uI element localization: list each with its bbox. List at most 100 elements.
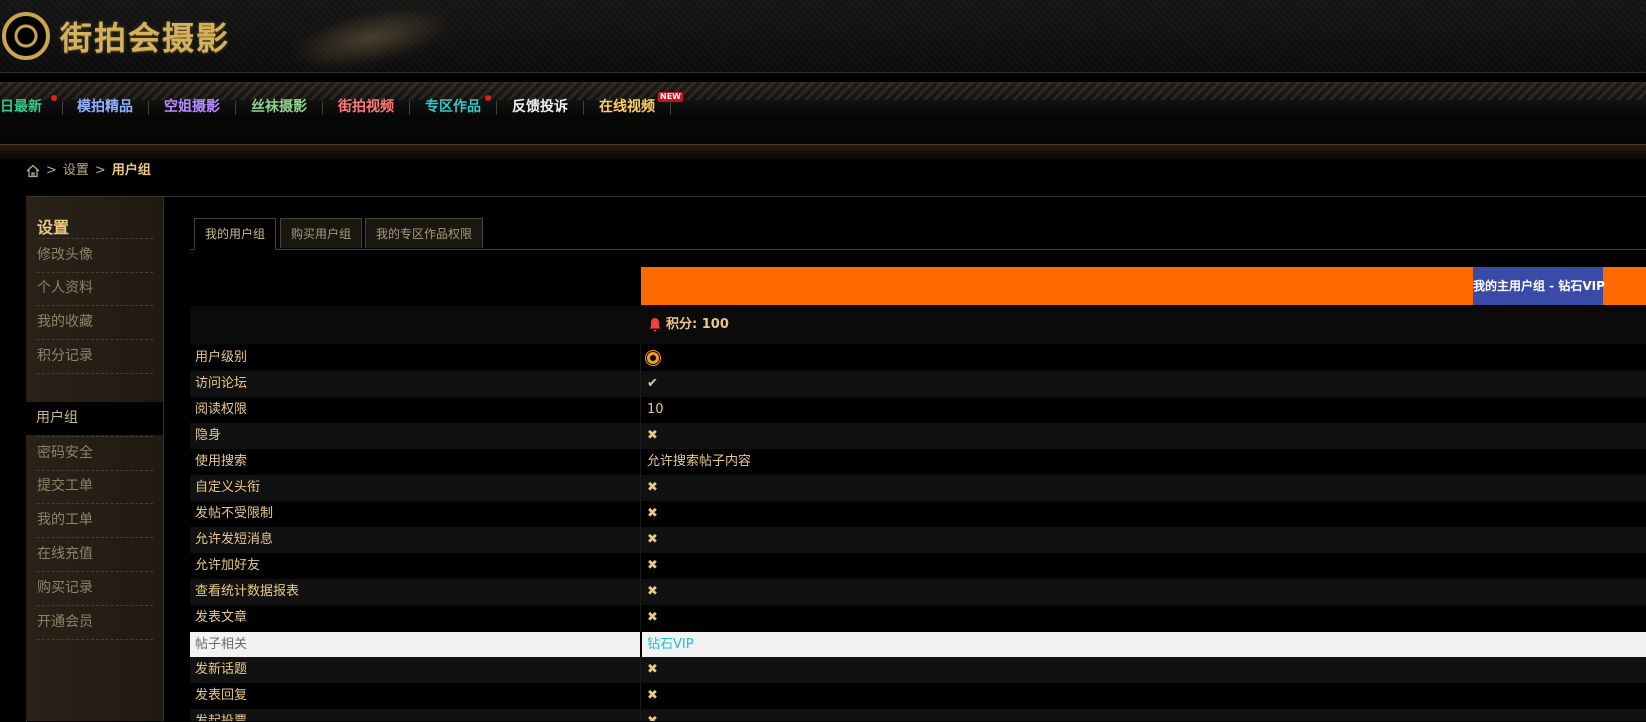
sidebar-item-favorites[interactable]: 我的收藏 — [37, 306, 153, 340]
row-value: 钻石VIP — [647, 637, 694, 652]
row-label: 阅读权限 — [195, 402, 248, 417]
sidebar-item-recharge[interactable]: 在线充值 — [37, 538, 153, 572]
nav-item-model[interactable]: 模拍精品 — [77, 97, 133, 117]
tab-zone-permissions[interactable]: 我的专区作品权限 — [365, 218, 484, 248]
nav-divider — [235, 101, 236, 115]
logo-emblem-icon — [2, 12, 50, 60]
table-row: 发表文章 ✖ — [190, 605, 1646, 631]
settings-sidebar: 设置 修改头像 个人资料 我的收藏 积分记录 用户组 密码安全 提交工单 我的工… — [26, 197, 164, 721]
nav-divider — [62, 101, 63, 115]
points-display: 积分: 100 — [648, 316, 729, 334]
logo-text: 街拍会摄影 — [60, 19, 231, 57]
x-icon: ✖ — [647, 480, 658, 495]
nav-item-online-video[interactable]: 在线视频 — [599, 97, 655, 117]
row-value — [647, 345, 659, 371]
site-header: 街拍会摄影 — [0, 0, 1646, 87]
row-value: 允许搜索帖子内容 — [647, 454, 752, 469]
sidebar-item-submit-ticket[interactable]: 提交工单 — [37, 470, 153, 504]
breadcrumb-settings[interactable]: 设置 — [63, 161, 89, 181]
row-divider — [640, 371, 641, 397]
sidebar-item-my-tickets[interactable]: 我的工单 — [37, 504, 153, 538]
table-row: 阅读权限 10 — [190, 397, 1646, 423]
sidebar-item-profile[interactable]: 个人资料 — [37, 272, 153, 306]
row-divider — [640, 423, 641, 449]
row-divider — [640, 553, 641, 579]
nav-divider — [148, 101, 149, 115]
row-divider — [640, 475, 641, 501]
site-logo[interactable]: 街拍会摄影 — [2, 8, 230, 64]
row-label: 允许加好友 — [195, 558, 261, 573]
x-icon: ✖ — [647, 610, 658, 625]
nav-item-zone[interactable]: 专区作品 — [425, 97, 481, 117]
row-divider — [640, 449, 641, 475]
nav-bottom-border — [0, 144, 1646, 159]
nav-divider — [496, 101, 497, 115]
row-label: 自定义头衔 — [195, 480, 261, 495]
main-group-badge: 我的主用户组 - 钻石VIP — [1473, 267, 1605, 305]
check-icon: ✔ — [647, 376, 658, 391]
row-label: 访问论坛 — [195, 376, 248, 391]
table-row: 查看统计数据报表 ✖ — [190, 579, 1646, 605]
table-row: 使用搜索 允许搜索帖子内容 — [190, 449, 1646, 475]
row-label: 发表文章 — [195, 610, 248, 625]
nav-item-stockings[interactable]: 丝袜摄影 — [251, 97, 307, 117]
tab-my-usergroup[interactable]: 我的用户组 — [194, 218, 277, 250]
table-row: 发起投票 ✖ — [190, 709, 1646, 721]
points-label: 积分: 100 — [666, 317, 729, 332]
row-divider — [640, 579, 641, 605]
nav-item-today[interactable]: 今日最新 — [0, 97, 42, 117]
row-divider — [640, 501, 641, 527]
x-icon: ✖ — [647, 532, 658, 547]
sidebar-title: 设置 — [37, 218, 70, 237]
row-divider — [640, 605, 641, 631]
row-label: 使用搜索 — [195, 454, 248, 469]
nav-divider — [670, 101, 671, 115]
row-divider — [640, 632, 642, 658]
row-label: 发表回复 — [195, 688, 248, 703]
row-divider — [640, 709, 641, 721]
table-row: 用户级别 — [190, 345, 1646, 371]
nav-item-video[interactable]: 街拍视频 — [338, 97, 394, 117]
table-row: 访问论坛 ✔ — [190, 371, 1646, 397]
breadcrumb-sep: > — [46, 163, 57, 178]
x-icon: ✖ — [647, 558, 658, 573]
row-label: 允许发短消息 — [195, 532, 274, 547]
sidebar-item-password[interactable]: 密码安全 — [37, 436, 153, 471]
x-icon: ✖ — [647, 688, 658, 703]
table-row: 自定义头衔 ✖ — [190, 475, 1646, 501]
sun-icon — [647, 351, 659, 364]
x-icon: ✖ — [647, 584, 658, 599]
sidebar-item-points[interactable]: 积分记录 — [37, 340, 153, 374]
table-row: 发表回复 ✖ — [190, 683, 1646, 709]
nav-stripe — [0, 82, 1646, 100]
table-row: 发新话题 ✖ — [190, 657, 1646, 683]
nav-item-stewardess[interactable]: 空姐摄影 — [164, 97, 220, 117]
home-icon[interactable] — [26, 164, 40, 178]
x-icon: ✖ — [647, 506, 658, 521]
sidebar-item-usergroup[interactable]: 用户组 — [26, 402, 163, 435]
sidebar-item-avatar[interactable]: 修改头像 — [37, 238, 153, 273]
points-row — [190, 306, 1646, 344]
row-label: 用户级别 — [195, 350, 248, 365]
row-value: 10 — [647, 402, 664, 417]
row-divider — [640, 397, 641, 423]
row-label: 隐身 — [195, 428, 222, 443]
table-row-section: 帖子相关 钻石VIP — [190, 632, 1646, 658]
breadcrumb: > 设置 > 用户组 — [26, 161, 151, 181]
sidebar-item-purchases[interactable]: 购买记录 — [37, 572, 153, 606]
x-icon: ✖ — [647, 428, 658, 443]
table-row: 发帖不受限制 ✖ — [190, 501, 1646, 527]
breadcrumb-sep: > — [94, 163, 106, 178]
row-label: 发新话题 — [195, 662, 248, 677]
row-divider — [640, 345, 641, 371]
table-row: 隐身 ✖ — [190, 423, 1646, 449]
nav-dot-today — [51, 95, 57, 101]
sidebar-item-membership[interactable]: 开通会员 — [37, 606, 153, 640]
tab-buy-usergroup[interactable]: 购买用户组 — [280, 218, 363, 248]
row-label: 帖子相关 — [195, 637, 248, 652]
row-label: 发帖不受限制 — [195, 506, 274, 521]
bell-icon — [649, 318, 661, 332]
nav-item-feedback[interactable]: 反馈投诉 — [512, 97, 568, 117]
nav-divider — [409, 101, 410, 115]
nav-divider — [583, 101, 584, 115]
